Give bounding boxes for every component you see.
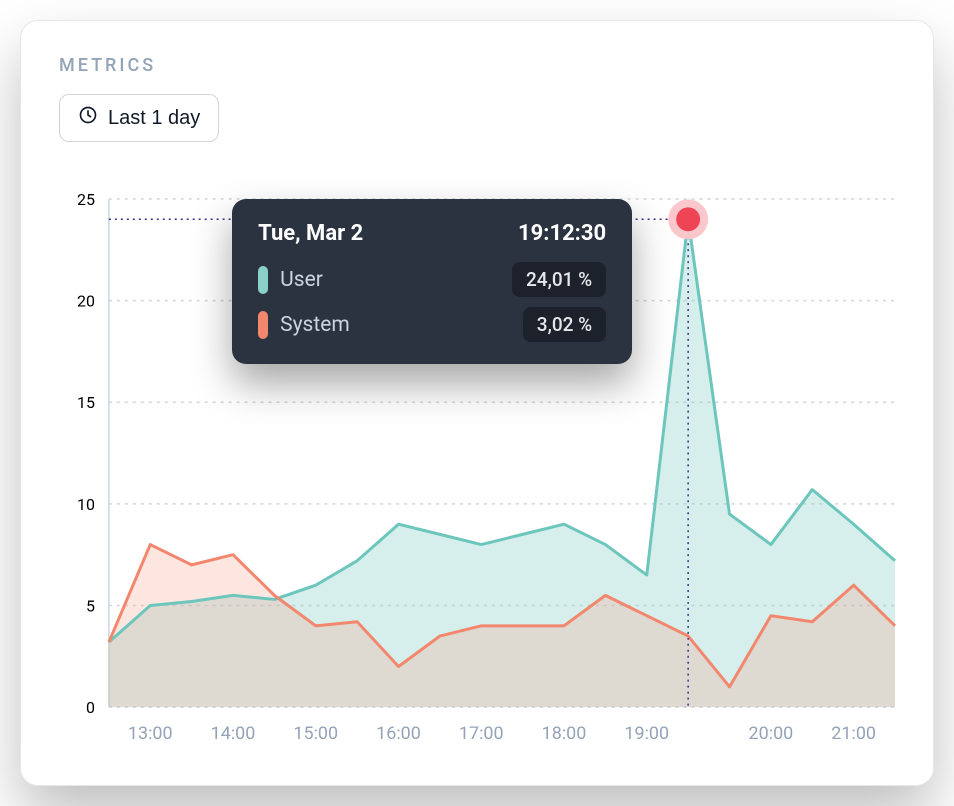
tooltip-date: Tue, Mar 2 xyxy=(258,221,363,246)
y-tick-label: 5 xyxy=(86,597,95,616)
x-tick-label: 16:00 xyxy=(376,723,421,744)
time-range-label: Last 1 day xyxy=(108,107,200,130)
x-tick-label: 17:00 xyxy=(459,723,504,744)
y-tick-label: 25 xyxy=(77,190,95,209)
chart[interactable]: 0 5 10 15 20 25 13:00 14:00 15:00 16:00 17:00 18:00… xyxy=(59,189,905,755)
chart-tooltip: Tue, Mar 2 19:12:30 User 24,01 % System 3,0… xyxy=(232,199,632,364)
y-tick-label: 10 xyxy=(77,495,95,514)
x-tick-label: 19:00 xyxy=(624,723,669,744)
tooltip-time: 19:12:30 xyxy=(518,221,606,246)
tooltip-row: User 24,01 % xyxy=(258,262,606,297)
tooltip-value: 3,02 % xyxy=(523,307,606,342)
y-tick-label: 0 xyxy=(86,698,95,717)
time-range-button[interactable]: Last 1 day xyxy=(59,94,219,142)
highlight-marker xyxy=(676,207,700,231)
tooltip-value: 24,01 % xyxy=(512,262,606,297)
clock-icon xyxy=(78,105,98,131)
y-tick-label: 20 xyxy=(77,292,95,311)
y-tick-label: 15 xyxy=(77,393,95,412)
tooltip-series-name: System xyxy=(280,313,350,337)
x-tick-label: 18:00 xyxy=(542,723,587,744)
tooltip-row: System 3,02 % xyxy=(258,307,606,342)
metrics-card: METRICS Last 1 day 051015202513:0014:001… xyxy=(20,20,934,786)
x-ticks: 13:00 14:00 15:00 16:00 17:00 18:00 19:00 20:00… xyxy=(128,723,876,744)
x-tick-label: 20:00 xyxy=(749,723,794,744)
legend-swatch-user xyxy=(258,266,268,294)
x-tick-label: 21:00 xyxy=(831,723,876,744)
legend-swatch-system xyxy=(258,311,268,339)
x-tick-label: 13:00 xyxy=(128,723,173,744)
tooltip-series-name: User xyxy=(280,268,323,292)
section-label: METRICS xyxy=(59,55,895,76)
x-tick-label: 14:00 xyxy=(211,723,256,744)
x-tick-label: 15:00 xyxy=(293,723,338,744)
